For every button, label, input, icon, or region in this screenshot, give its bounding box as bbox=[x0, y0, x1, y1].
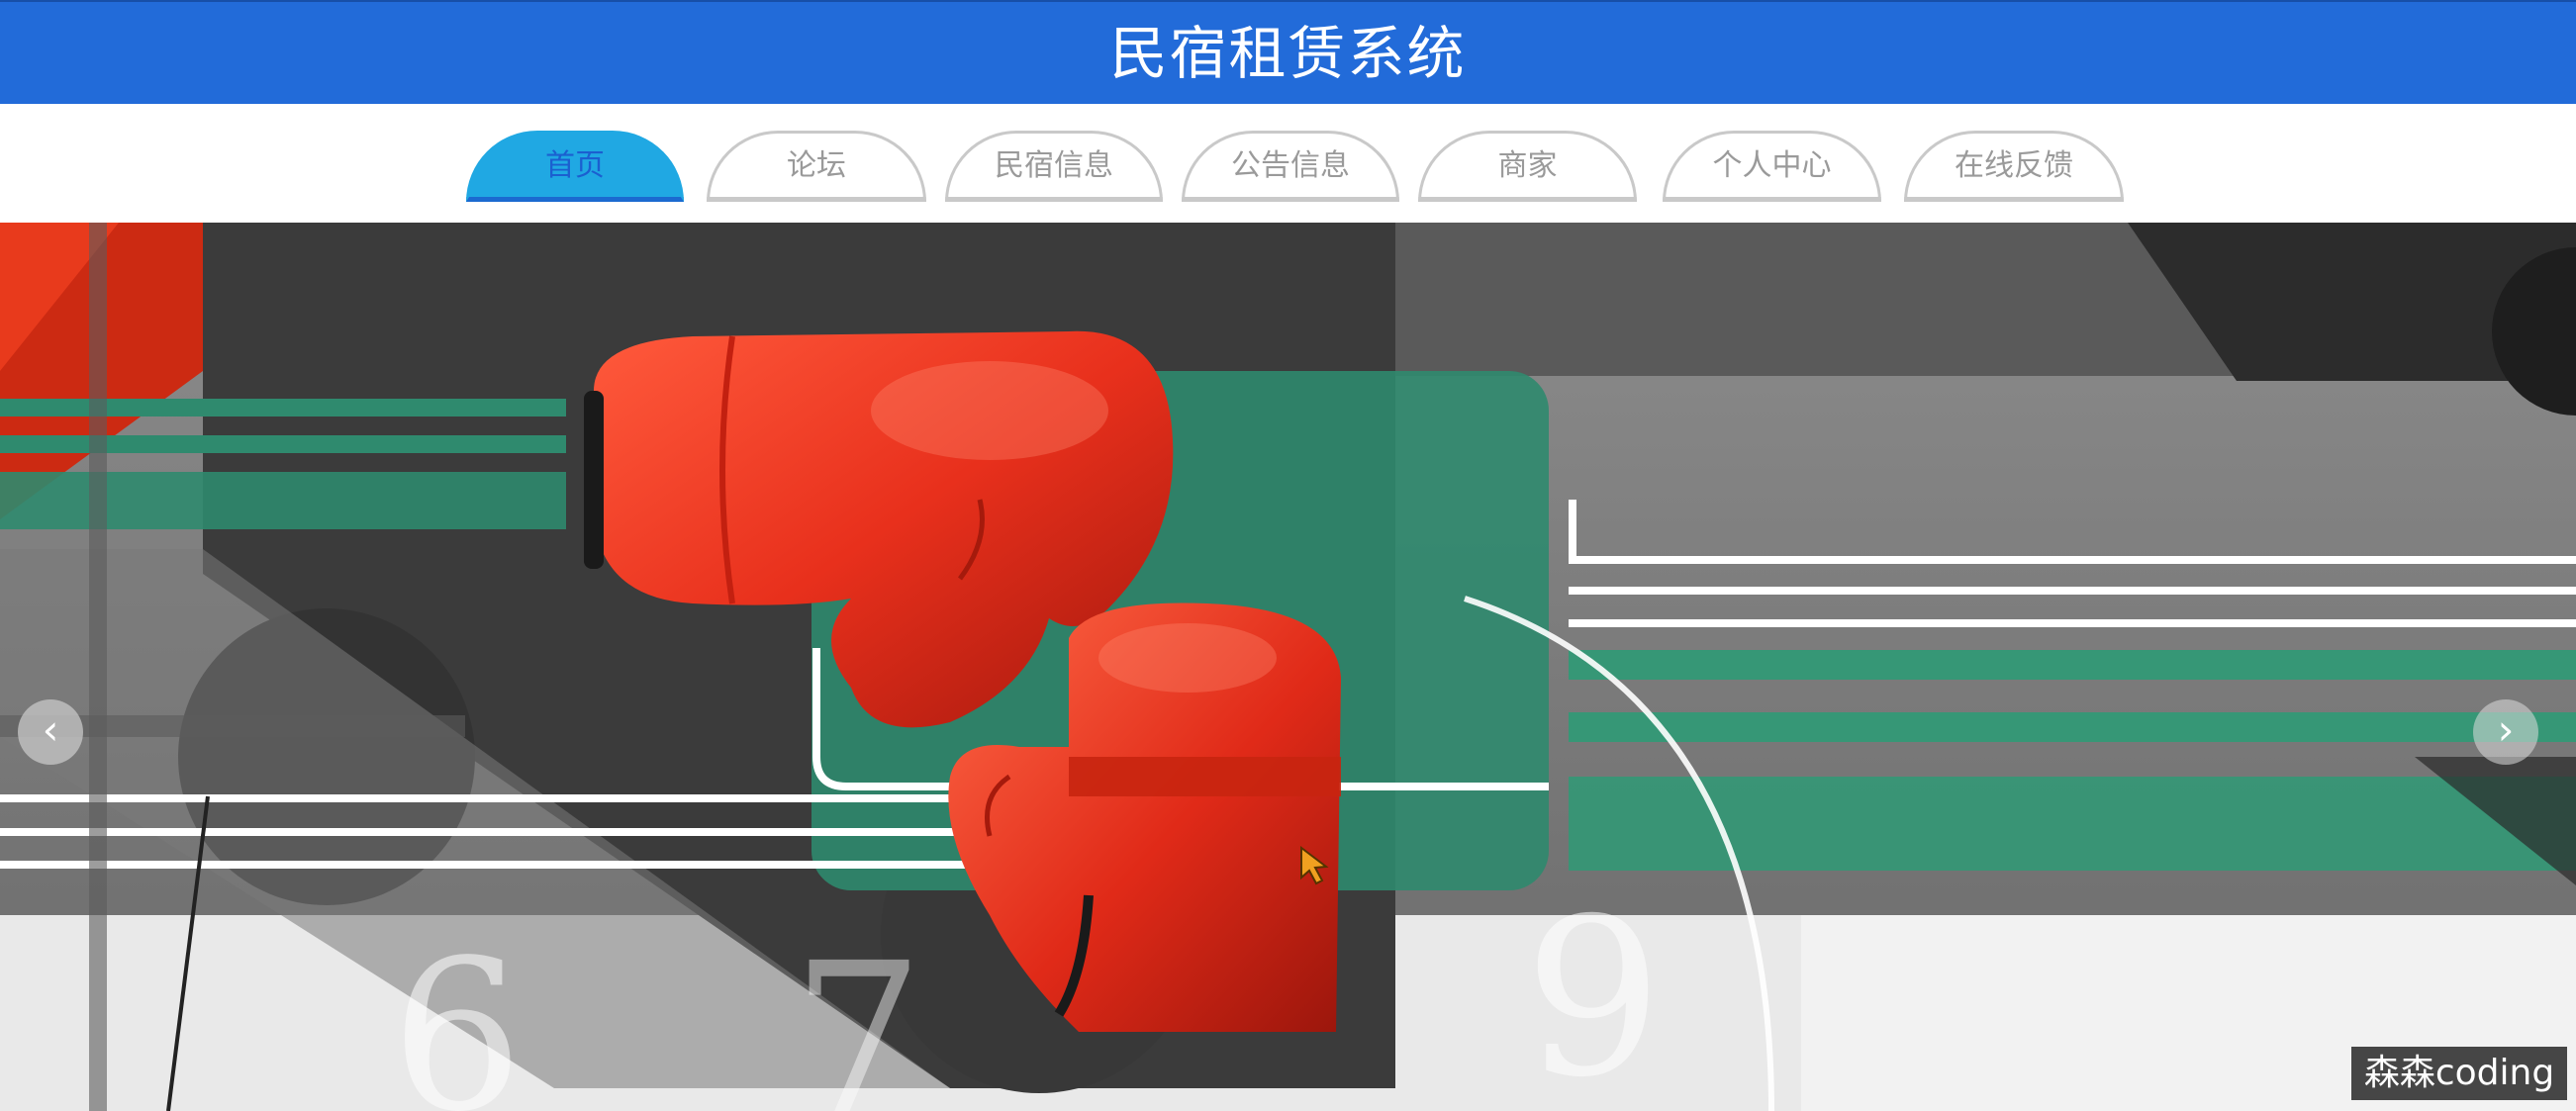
tab-announcements[interactable]: 公告信息 bbox=[1182, 131, 1399, 202]
svg-text:9: 9 bbox=[1524, 872, 1663, 1111]
svg-text:6: 6 bbox=[391, 915, 524, 1111]
carousel-next-button[interactable]: › bbox=[2473, 699, 2538, 765]
banner-image: 6 7 9 bbox=[0, 223, 2576, 1111]
carousel-prev-button[interactable]: ‹ bbox=[18, 699, 83, 765]
tab-online-feedback[interactable]: 在线反馈 bbox=[1904, 131, 2124, 202]
main-nav: 首页 论坛 民宿信息 公告信息 商家 个人中心 在线反馈 bbox=[0, 104, 2576, 223]
site-title: 民宿租赁系统 bbox=[1109, 20, 1467, 87]
svg-text:7: 7 bbox=[792, 918, 924, 1111]
chevron-right-icon: › bbox=[2497, 705, 2515, 754]
tab-forum[interactable]: 论坛 bbox=[707, 131, 926, 202]
chevron-left-icon: ‹ bbox=[42, 705, 59, 754]
page: 民宿租赁系统 首页 论坛 民宿信息 公告信息 商家 个人中心 在线反馈 6 7 … bbox=[0, 0, 2576, 1111]
banner-carousel[interactable]: 6 7 9 bbox=[0, 223, 2576, 1111]
watermark: 森森coding bbox=[2351, 1047, 2567, 1100]
tab-homestay-info[interactable]: 民宿信息 bbox=[945, 131, 1163, 202]
tab-merchants[interactable]: 商家 bbox=[1418, 131, 1637, 202]
tab-personal-center[interactable]: 个人中心 bbox=[1663, 131, 1881, 202]
top-header: 民宿租赁系统 bbox=[0, 0, 2576, 104]
tab-home[interactable]: 首页 bbox=[466, 131, 684, 202]
